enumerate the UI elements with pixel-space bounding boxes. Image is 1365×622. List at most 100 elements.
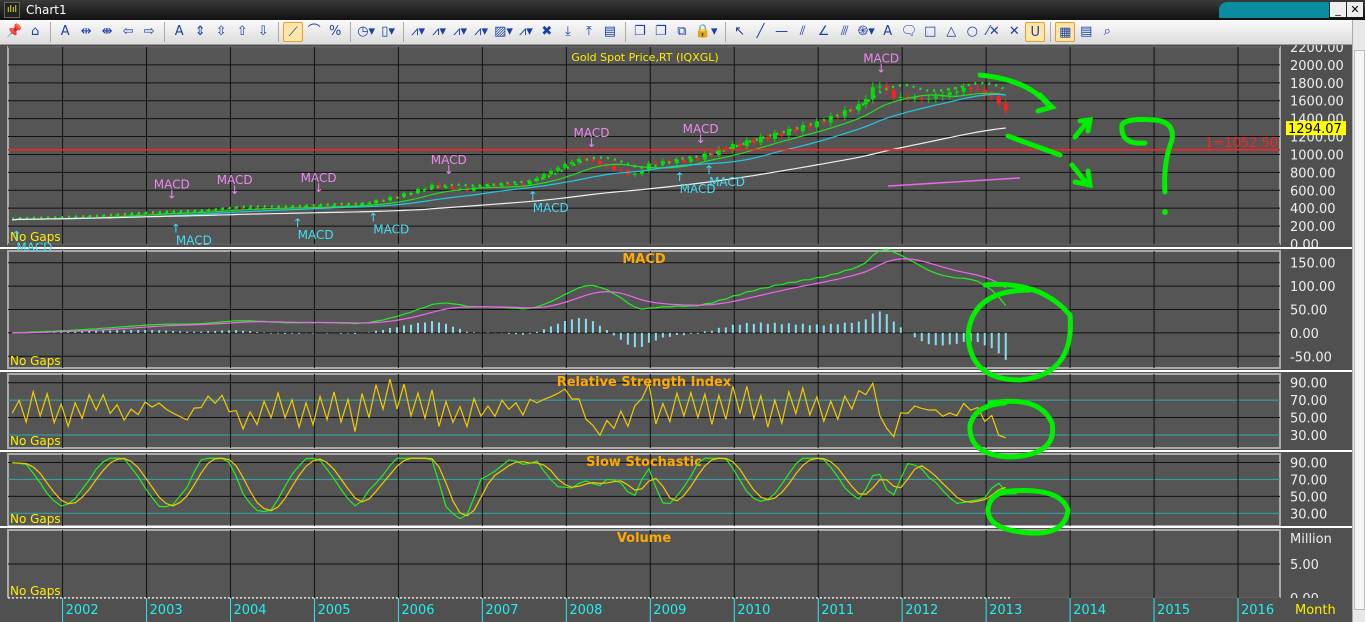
style-icon[interactable]: ▨▾ — [492, 22, 515, 42]
close-chart-icon[interactable]: ❐ — [651, 22, 671, 42]
toolbar-separator — [278, 22, 280, 42]
signal-label: MACD — [16, 240, 52, 254]
linear-scale-icon[interactable]: ⟋ — [283, 22, 304, 42]
x-tick-label: 2013 — [989, 603, 1022, 618]
grid-icon[interactable]: ▦ — [1055, 22, 1076, 42]
scrollbar-thumb[interactable] — [1354, 50, 1365, 610]
trend-line-icon[interactable]: ╱ — [751, 22, 771, 42]
signal-label: MACD — [176, 233, 212, 247]
no-gaps-label: No Gaps — [10, 512, 61, 526]
timer-icon[interactable]: ◷▾ — [355, 22, 377, 42]
indicator-overlay-icon[interactable]: ⩘▾ — [450, 22, 470, 42]
chart-title: Gold Spot Price,RT (IQXGL) — [571, 51, 718, 64]
compress-vertical-icon[interactable]: ⇳ — [211, 22, 231, 42]
zoom-in-horizontal-icon[interactable]: ⇹ — [76, 22, 96, 42]
add-indicator-icon[interactable]: ⩘▾ — [408, 22, 428, 42]
delete-line-icon[interactable]: ⁄✕ — [983, 22, 1003, 42]
candle-body — [653, 163, 658, 165]
y-tick-label: 1000.00 — [1290, 148, 1344, 163]
font-icon[interactable]: A — [55, 22, 75, 42]
window-title: Chart1 — [26, 3, 67, 17]
toolbar-separator — [50, 22, 52, 42]
y-tick-label: 70.00 — [1290, 394, 1327, 409]
search-icon[interactable]: ⌕ — [1097, 22, 1117, 42]
signal-label: MACD — [533, 201, 569, 215]
candle-body — [450, 186, 455, 190]
log-scale-icon[interactable]: ⌒ — [304, 22, 324, 42]
candlestick-icon[interactable]: ▯▾ — [378, 22, 398, 42]
panel-title: Slow Stochastic — [586, 455, 702, 470]
y-tick-label: 70.00 — [1290, 473, 1327, 488]
add-study-icon[interactable]: ⩘▾ — [429, 22, 449, 42]
angle-icon[interactable]: ∠ — [814, 22, 834, 42]
toolbar-separator — [1050, 22, 1052, 42]
close-button[interactable]: ✕ — [1347, 2, 1363, 17]
y-tick-label: 2000.00 — [1290, 59, 1344, 74]
axis-font-icon[interactable]: A — [169, 22, 189, 42]
arrow-down-icon[interactable]: ⇩ — [253, 22, 273, 42]
y-unit-label: Million — [1290, 532, 1332, 547]
candle-body — [569, 161, 574, 164]
ellipse-icon[interactable]: ○ — [962, 22, 982, 42]
move-up-icon[interactable]: ⤒ — [579, 22, 599, 42]
callout-icon[interactable]: 🗨 — [899, 22, 920, 42]
signal-label: MACD — [373, 223, 409, 237]
remove-indicator-icon[interactable]: ⩘▾ — [516, 22, 536, 42]
pin-icon[interactable]: 📌 — [4, 22, 24, 42]
indicator-panel-icon[interactable]: ⩘▾ — [471, 22, 491, 42]
sell-arrow-icon: ↓ — [230, 183, 240, 197]
chart-area[interactable]: 2200.002000.001800.001600.001400.001200.… — [0, 45, 1352, 622]
x-tick-label: 2005 — [317, 603, 350, 618]
y-tick-label: 100.00 — [1290, 280, 1336, 295]
magnet-icon[interactable]: U — [1025, 22, 1046, 42]
sell-arrow-icon: ↓ — [876, 61, 886, 75]
sell-arrow-icon: ↓ — [696, 132, 706, 146]
vertical-scrollbar[interactable] — [1352, 20, 1365, 622]
y-tick-label: 400.00 — [1290, 202, 1336, 217]
new-chart-icon[interactable]: ❐ — [630, 22, 650, 42]
fibonacci-icon[interactable]: ֍▾ — [856, 22, 877, 42]
delete-icon[interactable]: ✖ — [537, 22, 557, 42]
no-gaps-label: No Gaps — [10, 584, 61, 598]
candle-body — [996, 96, 1001, 104]
triangle-icon[interactable]: △ — [941, 22, 961, 42]
y-tick-label: 90.00 — [1290, 456, 1327, 471]
copy-icon[interactable]: ⧉ — [672, 22, 692, 42]
delete-all-icon[interactable]: ✕ — [1004, 22, 1024, 42]
horizontal-line-icon[interactable]: — — [772, 22, 792, 42]
parallel-lines-icon[interactable]: ⫽ — [793, 22, 813, 42]
arrow-left-icon[interactable]: ⇦ — [118, 22, 138, 42]
properties-icon[interactable]: ▤ — [1076, 22, 1096, 42]
sell-arrow-icon: ↓ — [444, 163, 454, 177]
candle-body — [1003, 103, 1008, 111]
remove-panel-icon[interactable]: ▤ — [600, 22, 620, 42]
zoom-out-horizontal-icon[interactable]: ⇼ — [97, 22, 117, 42]
candle-body — [919, 98, 924, 100]
title-bar: ılıl Chart1 _ ✕ — [0, 0, 1365, 20]
panel-title: MACD — [622, 252, 666, 267]
arrow-right-icon[interactable]: ⇨ — [139, 22, 159, 42]
candle-body — [968, 87, 973, 90]
candle-body — [506, 184, 511, 186]
move-down-icon[interactable]: ⤓ — [558, 22, 578, 42]
arrow-up-icon[interactable]: ⇧ — [232, 22, 252, 42]
candle-body — [520, 184, 525, 186]
x-tick-label: 2015 — [1157, 603, 1190, 618]
candle-body — [891, 90, 896, 98]
home-icon[interactable]: ⌂ — [25, 22, 45, 42]
candle-body — [863, 99, 868, 105]
panel-title: Relative Strength Index — [557, 375, 732, 390]
expand-vertical-icon[interactable]: ⇕ — [190, 22, 210, 42]
rectangle-icon[interactable]: □ — [920, 22, 940, 42]
candle-body — [548, 170, 553, 175]
text-icon[interactable]: A — [878, 22, 898, 42]
pointer-icon[interactable]: ↖ — [730, 22, 750, 42]
candle-body — [877, 86, 882, 88]
x-tick-label: 2002 — [66, 603, 99, 618]
fan-lines-icon[interactable]: ⫻ — [835, 22, 855, 42]
minimize-button[interactable]: _ — [1330, 2, 1346, 17]
lock-icon[interactable]: 🔒▾ — [693, 22, 720, 42]
percent-scale-icon[interactable]: % — [325, 22, 345, 42]
y-tick-label: 1800.00 — [1290, 77, 1344, 92]
x-tick-label: 2004 — [233, 603, 266, 618]
